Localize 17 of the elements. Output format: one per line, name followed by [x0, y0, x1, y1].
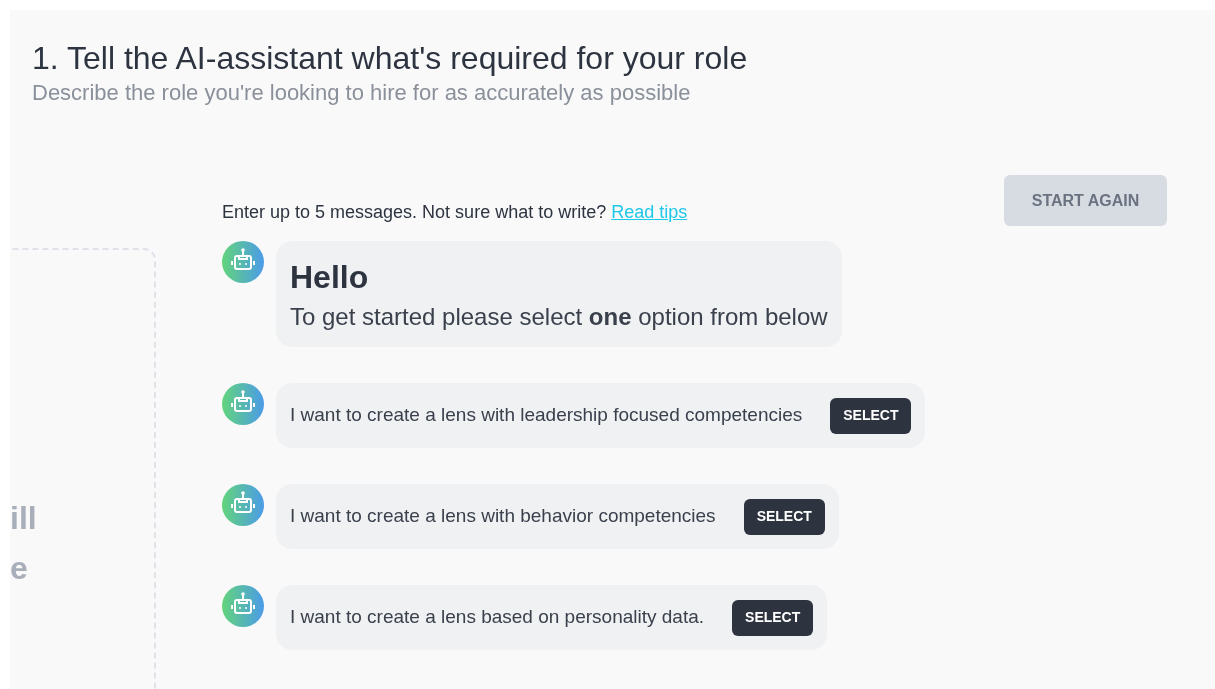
- robot-avatar-icon: [222, 383, 264, 425]
- greeting-heading: Hello: [290, 258, 370, 297]
- option-text: I want to create a lens with leadership focused competencies: [290, 403, 803, 428]
- select-button[interactable]: SELECT: [743, 498, 825, 535]
- instruction-text: Enter up to 5 messages. Not sure what to write? Read tips: [222, 201, 689, 224]
- page-subtitle: Describe the role you're looking to hire for as accurately as possible: [32, 79, 692, 107]
- robot-avatar-icon: [222, 241, 264, 283]
- select-button[interactable]: SELECT: [830, 397, 912, 434]
- greeting-text: To get started please select one option from below: [290, 302, 828, 332]
- page-title: 1. Tell the AI-assistant what's required for your role: [32, 39, 748, 78]
- robot-avatar-icon: [222, 484, 264, 526]
- panel-text: ill: [10, 499, 37, 538]
- option-text: I want to create a lens based on personality data.: [290, 605, 705, 630]
- select-button[interactable]: SELECT: [732, 599, 814, 636]
- robot-avatar-icon: [222, 585, 264, 627]
- option-text: I want to create a lens with behavior competencies: [290, 504, 716, 529]
- panel-text: e: [10, 549, 29, 588]
